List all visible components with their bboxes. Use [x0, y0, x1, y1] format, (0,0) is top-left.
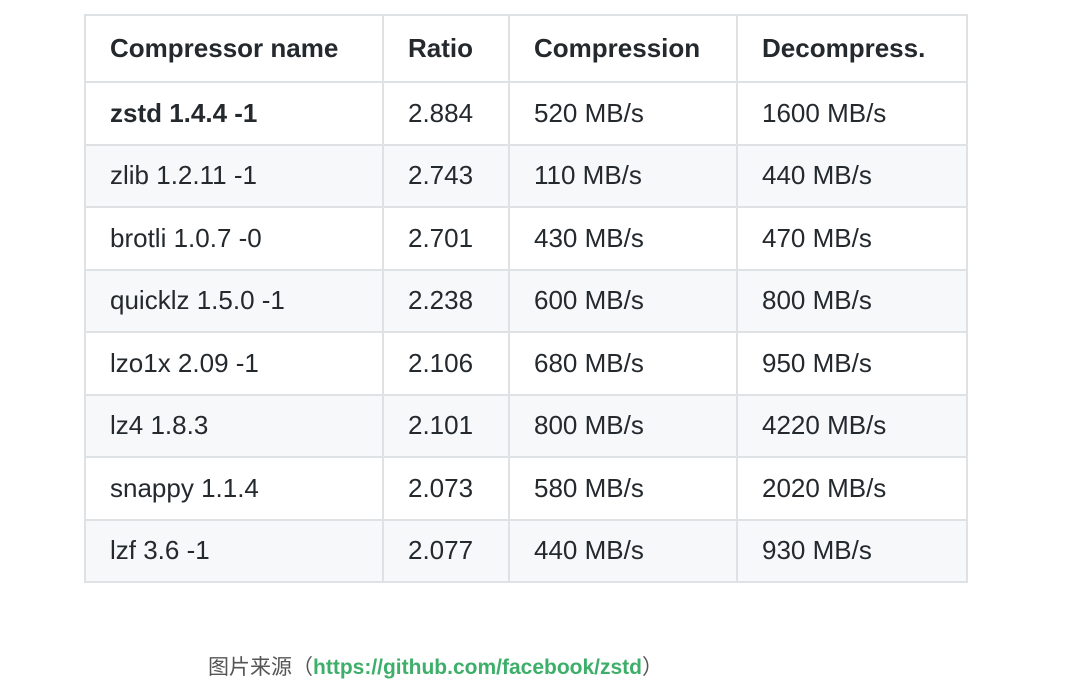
table-row: zstd 1.4.4 -1 2.884 520 MB/s 1600 MB/s [84, 81, 968, 146]
compressor-name-cell: zlib 1.2.11 -1 [84, 143, 384, 208]
compressor-name-cell: snappy 1.1.4 [84, 456, 384, 521]
header-compression: Compression [508, 14, 738, 83]
compression-cell: 600 MB/s [508, 268, 738, 333]
table-row: lzf 3.6 -1 2.077 440 MB/s 930 MB/s [84, 518, 968, 583]
decompression-cell: 950 MB/s [736, 331, 968, 396]
table-row: lzo1x 2.09 -1 2.106 680 MB/s 950 MB/s [84, 331, 968, 396]
source-link[interactable]: https://github.com/facebook/zstd [313, 656, 642, 679]
ratio-cell: 2.101 [382, 393, 510, 458]
header-ratio: Ratio [382, 14, 510, 83]
ratio-cell: 2.238 [382, 268, 510, 333]
compressor-name-cell: lzf 3.6 -1 [84, 518, 384, 583]
decompression-cell: 470 MB/s [736, 206, 968, 271]
compression-cell: 520 MB/s [508, 81, 738, 146]
decompression-cell: 440 MB/s [736, 143, 968, 208]
ratio-cell: 2.106 [382, 331, 510, 396]
ratio-cell: 2.743 [382, 143, 510, 208]
ratio-cell: 2.073 [382, 456, 510, 521]
decompression-cell: 1600 MB/s [736, 81, 968, 146]
decompression-cell: 930 MB/s [736, 518, 968, 583]
compression-cell: 580 MB/s [508, 456, 738, 521]
compression-cell: 680 MB/s [508, 331, 738, 396]
ratio-cell: 2.077 [382, 518, 510, 583]
compressor-name-cell: lzo1x 2.09 -1 [84, 331, 384, 396]
table-row: lz4 1.8.3 2.101 800 MB/s 4220 MB/s [84, 393, 968, 458]
header-compressor-name: Compressor name [84, 14, 384, 83]
table-row: zlib 1.2.11 -1 2.743 110 MB/s 440 MB/s [84, 143, 968, 208]
compression-cell: 110 MB/s [508, 143, 738, 208]
compressor-benchmark-table: Compressor name Ratio Compression Decomp… [84, 14, 968, 583]
ratio-cell: 2.701 [382, 206, 510, 271]
compressor-name-cell: zstd 1.4.4 -1 [84, 81, 384, 146]
compression-cell: 800 MB/s [508, 393, 738, 458]
ratio-cell: 2.884 [382, 81, 510, 146]
table-row: quicklz 1.5.0 -1 2.238 600 MB/s 800 MB/s [84, 268, 968, 333]
decompression-cell: 4220 MB/s [736, 393, 968, 458]
compression-cell: 430 MB/s [508, 206, 738, 271]
table-row: brotli 1.0.7 -0 2.701 430 MB/s 470 MB/s [84, 206, 968, 271]
caption-prefix: 图片来源（ [208, 656, 313, 679]
header-decompression: Decompress. [736, 14, 968, 83]
decompression-cell: 800 MB/s [736, 268, 968, 333]
table-header-row: Compressor name Ratio Compression Decomp… [84, 14, 968, 83]
compression-cell: 440 MB/s [508, 518, 738, 583]
compressor-name-cell: quicklz 1.5.0 -1 [84, 268, 384, 333]
caption-suffix: ） [642, 656, 663, 679]
table-row: snappy 1.1.4 2.073 580 MB/s 2020 MB/s [84, 456, 968, 521]
image-source-caption: 图片来源（https://github.com/facebook/zstd） [208, 651, 663, 681]
decompression-cell: 2020 MB/s [736, 456, 968, 521]
compressor-name-cell: lz4 1.8.3 [84, 393, 384, 458]
compressor-name-cell: brotli 1.0.7 -0 [84, 206, 384, 271]
